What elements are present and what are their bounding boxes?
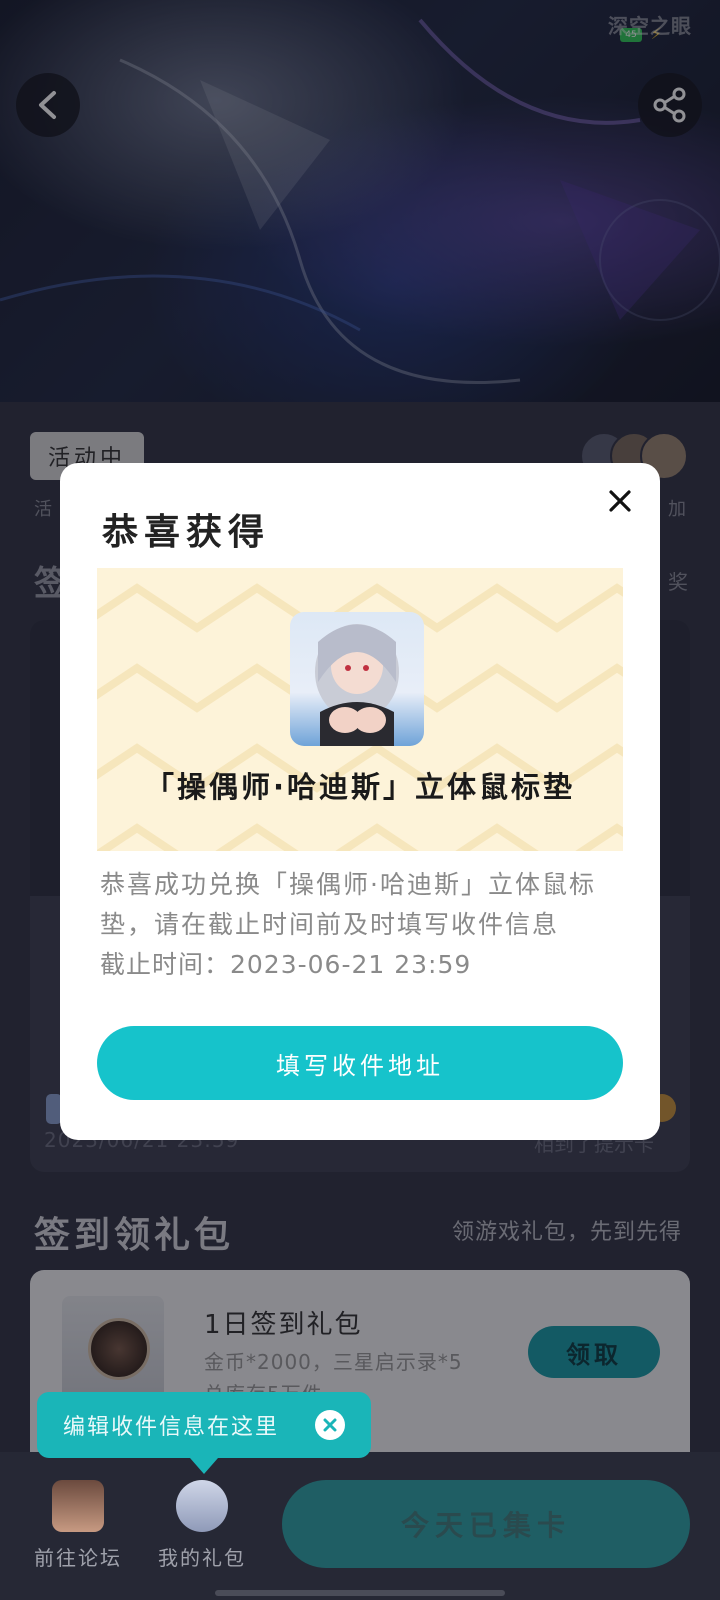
prize-name: 「操偶师·哈迪斯」立体鼠标垫	[144, 770, 576, 804]
prize-image	[290, 612, 424, 746]
nav-my-gifts-button[interactable]: 我的礼包	[152, 1480, 252, 1571]
dialog-deadline: 截止时间：2023-06-21 23:59	[100, 950, 472, 979]
forum-avatar-icon	[52, 1480, 104, 1532]
reward-dialog: 恭喜获得 「操偶师·哈迪斯」立体鼠标垫 恭喜成功兑换「操偶师·哈迪斯」立体鼠标垫…	[60, 463, 660, 1140]
close-icon	[609, 490, 631, 512]
tooltip-arrow	[190, 1458, 218, 1474]
tooltip-close-button[interactable]	[315, 1410, 345, 1440]
prize-panel: 「操偶师·哈迪斯」立体鼠标垫	[97, 568, 623, 851]
collect-card-button[interactable]: 今天已集卡	[282, 1480, 690, 1568]
nav-forum-button[interactable]: 前往论坛	[28, 1480, 128, 1571]
nav-forum-label: 前往论坛	[34, 1546, 122, 1570]
dialog-description: 恭喜成功兑换「操偶师·哈迪斯」立体鼠标垫，请在截止时间前及时填写收件信息	[100, 870, 596, 939]
mousepad-illustration	[315, 624, 399, 746]
close-icon	[323, 1418, 337, 1432]
tooltip-text: 编辑收件信息在这里	[63, 1415, 280, 1440]
gift-avatar-icon	[176, 1480, 228, 1532]
dialog-close-button[interactable]	[600, 481, 640, 521]
dialog-title: 恭喜获得	[102, 512, 271, 553]
nav-gift-label: 我的礼包	[158, 1546, 246, 1570]
home-indicator	[215, 1590, 505, 1596]
fill-address-button[interactable]: 填写收件地址	[97, 1026, 623, 1100]
